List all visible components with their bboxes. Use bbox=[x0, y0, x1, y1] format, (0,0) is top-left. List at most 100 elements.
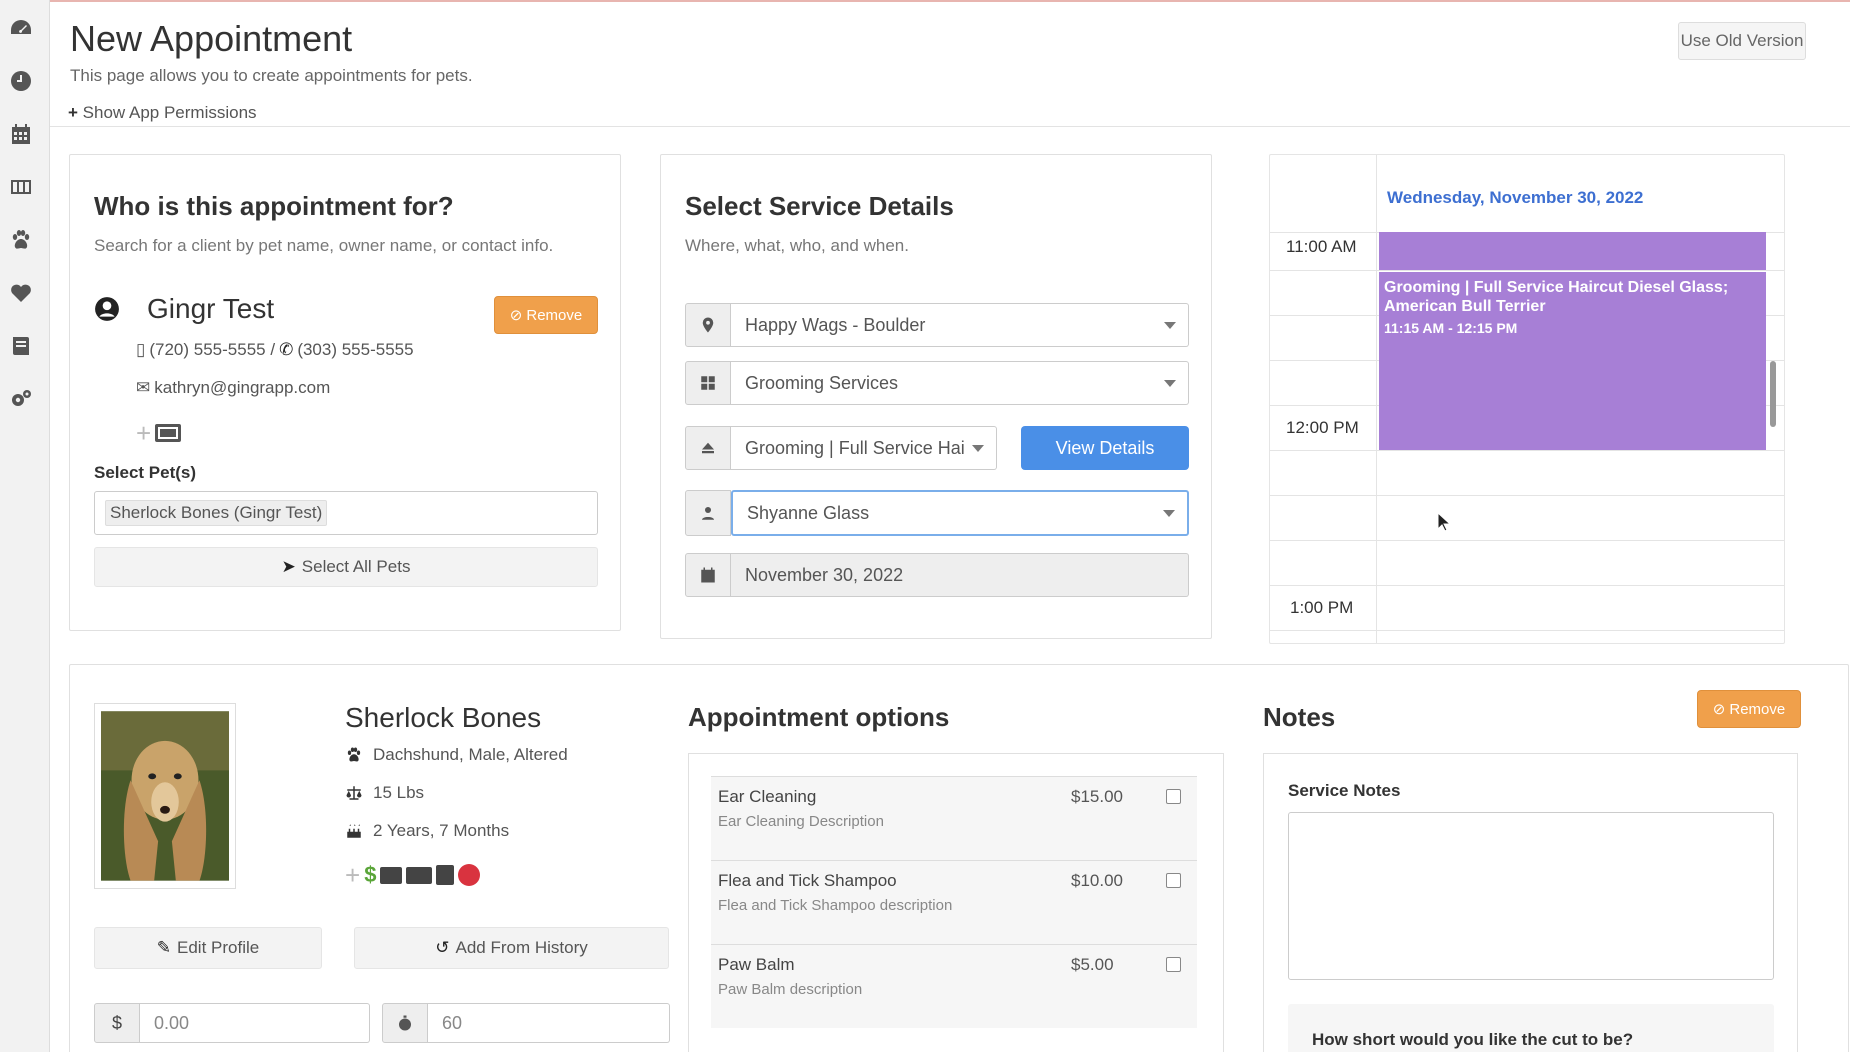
show-permissions-link[interactable]: + Show App Permissions bbox=[68, 103, 257, 123]
service-notes-label: Service Notes bbox=[1288, 781, 1401, 800]
remove-client-label: Remove bbox=[526, 306, 583, 324]
cal-line bbox=[1270, 540, 1784, 541]
add-icon[interactable]: + bbox=[345, 862, 360, 888]
pet-name: Sherlock Bones bbox=[345, 702, 542, 733]
selected-pet-tag[interactable]: Sherlock Bones (Gingr Test) bbox=[105, 500, 328, 526]
location-value: Happy Wags - Boulder bbox=[745, 314, 926, 335]
mouse-cursor-icon bbox=[1437, 511, 1452, 532]
remove-client-button[interactable]: ⊘ Remove bbox=[494, 296, 598, 334]
add-icon[interactable]: + bbox=[136, 420, 151, 446]
option-name: Paw Balm bbox=[718, 955, 795, 974]
pet-select-input[interactable]: Sherlock Bones (Gingr Test) bbox=[94, 491, 598, 535]
option-checkbox[interactable] bbox=[1166, 789, 1181, 804]
event-time: 11:15 AM - 12:15 PM bbox=[1384, 320, 1518, 336]
cal-line bbox=[1270, 495, 1784, 496]
event-title: Grooming | Full Service Haircut Diesel G… bbox=[1384, 279, 1729, 315]
calendar-icon[interactable] bbox=[8, 121, 34, 147]
client-heading: Who is this appointment for? bbox=[94, 191, 454, 221]
price-input[interactable]: 0.00 bbox=[140, 1003, 370, 1043]
option-name: Flea and Tick Shampoo bbox=[718, 871, 897, 890]
grid-icon[interactable] bbox=[8, 174, 34, 200]
ban-icon: ⊘ bbox=[1712, 701, 1726, 718]
clock-alert-icon[interactable] bbox=[458, 864, 481, 886]
service-hint: Where, what, who, and when. bbox=[685, 236, 909, 255]
calendar-icon bbox=[685, 553, 731, 597]
card-icon[interactable] bbox=[155, 424, 182, 442]
edit-profile-button[interactable]: ✎ Edit Profile bbox=[94, 927, 322, 969]
heart-icon[interactable] bbox=[8, 280, 34, 306]
dollar-addon-icon: $ bbox=[94, 1003, 140, 1043]
edit-profile-label: Edit Profile bbox=[177, 938, 260, 957]
dashboard-icon[interactable] bbox=[8, 15, 34, 41]
ban-icon: ⊘ bbox=[509, 307, 523, 324]
pet-age-row: 2 Years, 7 Months bbox=[345, 821, 509, 841]
location-select[interactable]: Happy Wags - Boulder bbox=[731, 303, 1189, 347]
select-all-pets-button[interactable]: ➤ Select All Pets bbox=[94, 547, 598, 587]
clock-icon[interactable] bbox=[8, 68, 34, 94]
remove-notes-button[interactable]: ⊘ Remove bbox=[1697, 690, 1801, 728]
dog-photo-icon bbox=[101, 711, 229, 881]
cal-line bbox=[1270, 585, 1784, 586]
client-email-row: ✉ kathryn@gingrapp.com bbox=[136, 378, 330, 398]
option-row[interactable]: Paw Balm Paw Balm description $5.00 bbox=[711, 944, 1197, 1028]
cal-line bbox=[1270, 630, 1784, 631]
client-name: Gingr Test bbox=[147, 293, 275, 324]
pet-weight: 15 Lbs bbox=[373, 783, 425, 802]
chevron-down-icon bbox=[972, 445, 984, 452]
chevron-down-icon bbox=[1164, 322, 1176, 329]
calendar-event[interactable]: Grooming | Full Service Haircut Diesel G… bbox=[1379, 272, 1766, 450]
view-details-button[interactable]: View Details bbox=[1021, 426, 1189, 470]
duration-input[interactable]: 60 bbox=[428, 1003, 670, 1043]
pet-details-card: Sherlock Bones Dachshund, Male, Altered … bbox=[69, 664, 1849, 1052]
balance-scale-icon bbox=[346, 786, 362, 800]
dollar-icon[interactable]: $ bbox=[364, 862, 376, 888]
id-card-icon[interactable] bbox=[406, 866, 433, 884]
client-phone-2: (303) 555-5555 bbox=[297, 340, 414, 359]
option-price: $15.00 bbox=[1071, 787, 1123, 806]
select-all-pets-label: Select All Pets bbox=[301, 557, 411, 576]
main-content: New Appointment This page allows you to … bbox=[50, 0, 1850, 1052]
time-label: 1:00 PM bbox=[1290, 598, 1354, 617]
pet-photo[interactable] bbox=[94, 703, 236, 889]
th-large-icon bbox=[685, 361, 731, 405]
plus-icon: + bbox=[68, 103, 78, 122]
client-card: Who is this appointment for? Search for … bbox=[69, 154, 621, 631]
option-desc: Flea and Tick Shampoo description bbox=[718, 897, 953, 914]
chevron-down-icon bbox=[1164, 380, 1176, 387]
option-checkbox[interactable] bbox=[1166, 873, 1181, 888]
price-value: 0.00 bbox=[154, 1012, 190, 1033]
option-checkbox[interactable] bbox=[1166, 957, 1181, 972]
date-input[interactable]: November 30, 2022 bbox=[731, 553, 1189, 597]
chevron-down-icon bbox=[1163, 510, 1175, 517]
stopwatch-icon bbox=[382, 1003, 428, 1043]
gears-icon[interactable] bbox=[8, 386, 34, 412]
options-panel: Ear Cleaning Ear Cleaning Description $1… bbox=[688, 753, 1224, 1052]
client-actions: + bbox=[136, 420, 182, 446]
calendar-date-header: Wednesday, November 30, 2022 bbox=[1387, 188, 1644, 207]
service-select[interactable]: Grooming | Full Service Hai bbox=[731, 426, 997, 470]
option-price: $5.00 bbox=[1071, 955, 1114, 974]
user-circle-icon bbox=[94, 296, 120, 322]
clipboard-icon[interactable] bbox=[436, 865, 455, 885]
book-icon[interactable] bbox=[8, 333, 34, 359]
service-heading: Select Service Details bbox=[685, 191, 954, 221]
paw-icon[interactable] bbox=[8, 227, 34, 253]
category-select[interactable]: Grooming Services bbox=[731, 361, 1189, 405]
select-pets-label: Select Pet(s) bbox=[94, 463, 197, 482]
image-icon[interactable] bbox=[380, 866, 403, 884]
pointer-icon: ➤ bbox=[281, 557, 296, 576]
service-notes-textarea[interactable] bbox=[1288, 812, 1774, 980]
option-row[interactable]: Flea and Tick Shampoo Flea and Tick Sham… bbox=[711, 860, 1197, 944]
add-from-history-button[interactable]: ↺ Add From History bbox=[354, 927, 669, 969]
paw-icon bbox=[347, 747, 361, 762]
staff-select[interactable]: Shyanne Glass bbox=[731, 490, 1189, 536]
option-row[interactable]: Ear Cleaning Ear Cleaning Description $1… bbox=[711, 776, 1197, 860]
calendar-scrollbar[interactable] bbox=[1770, 361, 1776, 427]
calendar-slot-highlight[interactable] bbox=[1379, 232, 1766, 270]
client-email: kathryn@gingrapp.com bbox=[154, 378, 331, 397]
history-icon: ↺ bbox=[435, 938, 450, 957]
pet-breed-row: Dachshund, Male, Altered bbox=[345, 745, 568, 765]
use-old-version-button[interactable]: Use Old Version bbox=[1678, 22, 1806, 60]
client-hint: Search for a client by pet name, owner n… bbox=[94, 236, 554, 255]
pet-action-icons: + $ bbox=[345, 862, 481, 888]
